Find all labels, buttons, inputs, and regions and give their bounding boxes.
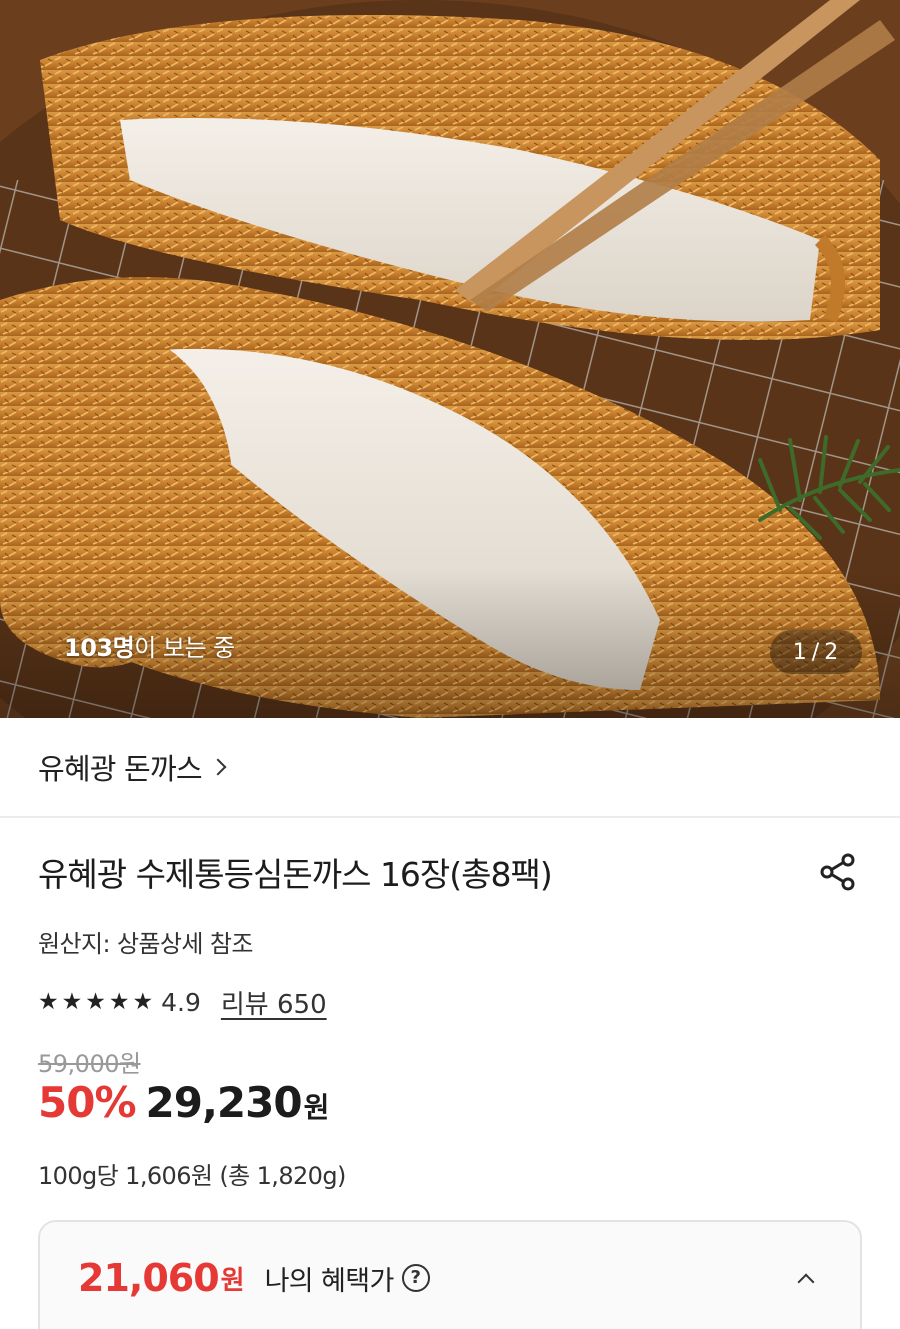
product-title-row: 유혜광 수제통등심돈까스 16장(총8팩) xyxy=(38,848,862,896)
sale-price-currency: 원 xyxy=(303,1091,330,1124)
page-current: 1 xyxy=(792,639,808,665)
page-separator: / xyxy=(811,639,821,665)
benefit-label: 나의 혜택가 xyxy=(264,1265,395,1297)
brand-link[interactable]: 유혜광 돈까스 xyxy=(0,718,900,818)
live-viewers-badge: 103명이 보는 중 xyxy=(64,628,235,663)
viewers-count: 103명 xyxy=(64,634,135,662)
original-price: 59,000원 xyxy=(38,1050,141,1078)
share-button[interactable] xyxy=(814,848,862,896)
star-icon: ★ xyxy=(61,989,83,1015)
star-icon: ★ xyxy=(85,989,106,1015)
rating-row: ★ ★ ★ ★ ★ 4.9 리뷰 650 xyxy=(38,984,327,1021)
benefit-price: 21,060 xyxy=(78,1256,220,1300)
unit-price: 100g당 1,606원 (총 1,820g) xyxy=(38,1162,346,1190)
sale-price: 29,230 xyxy=(145,1078,303,1127)
viewers-suffix: 이 보는 중 xyxy=(134,634,235,662)
collapse-button[interactable] xyxy=(796,1268,816,1291)
product-origin: 원산지: 상품상세 참조 xyxy=(38,930,253,958)
page-total: 2 xyxy=(824,639,840,665)
share-icon xyxy=(820,853,855,891)
my-benefit-price-panel[interactable]: 21,060 원 나의 혜택가 ? xyxy=(38,1220,862,1329)
product-title: 유혜광 수제통등심돈까스 16장(총8팩) xyxy=(38,855,553,894)
benefit-summary: 21,060 원 나의 혜택가 ? xyxy=(78,1256,430,1300)
price-row: 50% 29,230 원 xyxy=(38,1078,329,1127)
rating-value: 4.9 xyxy=(161,988,201,1017)
benefit-price-currency: 원 xyxy=(220,1265,245,1296)
image-page-counter: 1/2 xyxy=(770,630,862,674)
review-count-link[interactable]: 리뷰 650 xyxy=(221,984,327,1021)
product-image-carousel[interactable]: 103명이 보는 중 1/2 xyxy=(0,0,900,718)
star-icon: ★ xyxy=(132,989,154,1015)
chevron-up-icon xyxy=(797,1273,815,1291)
brand-name: 유혜광 돈까스 xyxy=(38,752,203,786)
star-rating: ★ ★ ★ ★ ★ xyxy=(38,991,153,1014)
star-icon: ★ xyxy=(108,989,130,1015)
discount-rate: 50% xyxy=(38,1078,137,1127)
help-circle-icon[interactable]: ? xyxy=(401,1264,430,1292)
chevron-right-icon xyxy=(209,758,227,776)
star-icon: ★ xyxy=(38,989,59,1015)
